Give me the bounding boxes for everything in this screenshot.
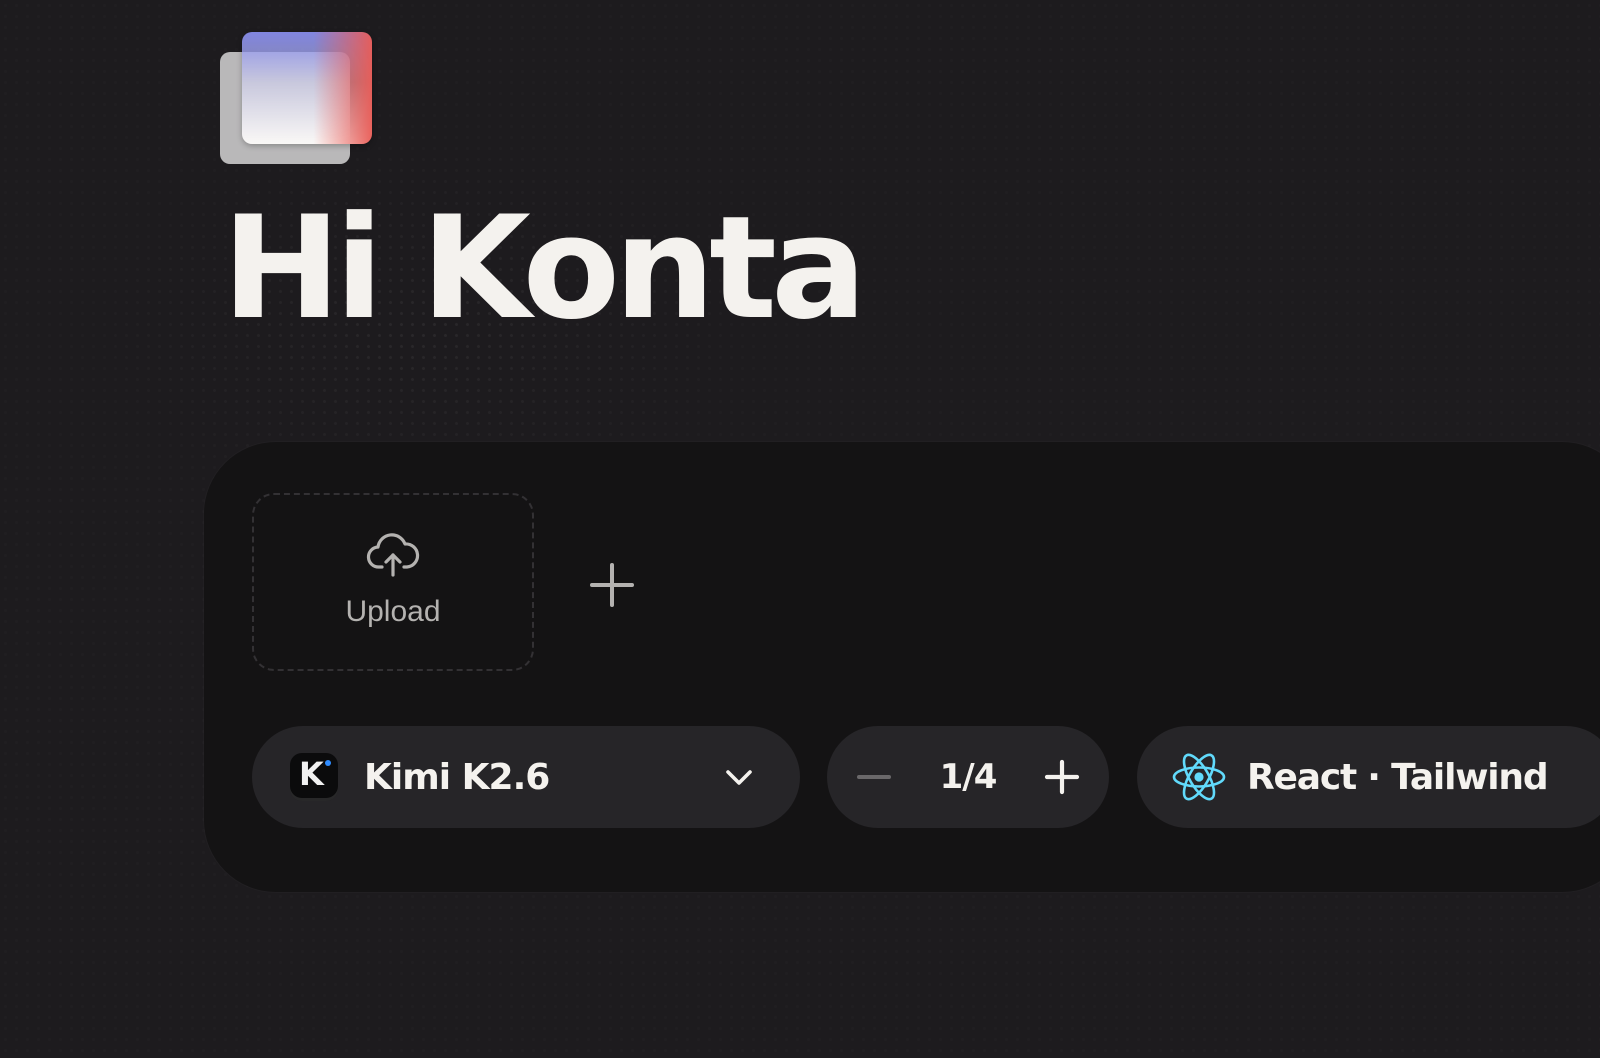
react-icon <box>1172 753 1226 801</box>
stack-label: React · Tailwind <box>1247 756 1549 798</box>
count-stepper: 1/4 <box>827 726 1109 828</box>
upload-dropzone[interactable]: Upload <box>252 493 534 671</box>
cloud-upload-icon <box>366 533 420 577</box>
add-attachment-button[interactable] <box>584 557 640 613</box>
chevron-down-icon <box>726 770 752 785</box>
model-selector[interactable]: K Kimi K2.6 <box>252 726 800 828</box>
minus-icon <box>857 775 891 779</box>
app-logo <box>220 32 372 164</box>
decrement-button[interactable] <box>853 756 895 798</box>
greeting-title: Hi Konta <box>222 186 867 351</box>
kimi-logo-icon: K <box>290 753 338 801</box>
increment-button[interactable] <box>1041 756 1083 798</box>
logo-front-card <box>242 32 372 144</box>
plus-icon <box>1044 759 1080 795</box>
upload-label: Upload <box>345 595 441 628</box>
plus-icon <box>590 563 634 607</box>
count-value: 1/4 <box>939 757 998 797</box>
stack-selector[interactable]: React · Tailwind <box>1137 726 1600 828</box>
model-name: Kimi K2.6 <box>364 756 550 798</box>
